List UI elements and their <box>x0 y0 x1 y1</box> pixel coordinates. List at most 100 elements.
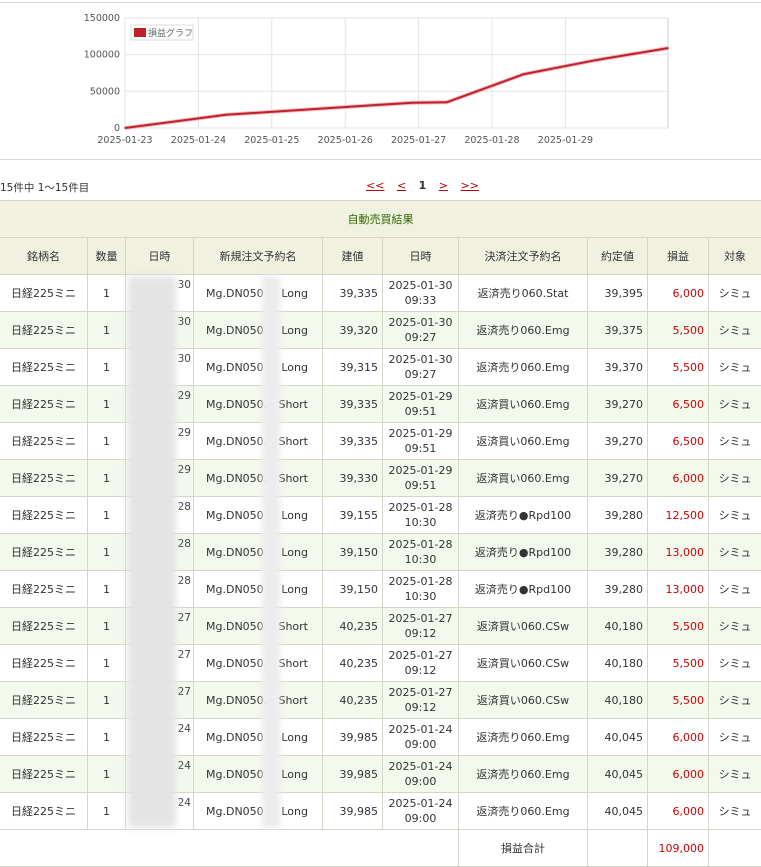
total-spacer-3 <box>709 830 761 867</box>
close-time: 09:51 <box>383 441 458 456</box>
table-row: 日経225ミニ127Mg.DN050.Short40,2352025-01-27… <box>0 682 761 719</box>
open-price-cell: 39,985 <box>323 756 383 793</box>
close-order-name-cell: 返済売り060.Stat <box>459 275 588 312</box>
table-row: 日経225ミニ129Mg.DN050.Short39,3352025-01-29… <box>0 386 761 423</box>
pnl-chart-svg: 0500001000001500002025-01-232025-01-2420… <box>0 4 761 156</box>
close-datetime-cell: 2025-01-3009:33 <box>383 275 459 312</box>
open-price-cell: 39,150 <box>323 571 383 608</box>
quantity-cell: 1 <box>88 349 126 386</box>
open-price-cell: 39,150 <box>323 534 383 571</box>
open-price-cell: 39,320 <box>323 312 383 349</box>
symbol-cell: 日経225ミニ <box>0 645 88 682</box>
open-order-prefix: Mg.DN050 <box>194 324 264 337</box>
open-order-side: Long <box>281 583 322 596</box>
open-price-cell: 40,235 <box>323 645 383 682</box>
open-price-cell: 40,235 <box>323 682 383 719</box>
pnl-cell: 6,000 <box>648 793 709 830</box>
open-order-name-cell: Mg.DN050Long <box>194 756 323 793</box>
close-price-cell: 40,180 <box>588 682 648 719</box>
x-tick-label: 2025-01-27 <box>391 135 446 146</box>
quantity-cell: 1 <box>88 645 126 682</box>
close-datetime-cell: 2025-01-2709:12 <box>383 608 459 645</box>
close-price-cell: 39,270 <box>588 460 648 497</box>
close-order-name-cell: 返済売り060.Emg <box>459 793 588 830</box>
open-datetime-tail: 24 <box>178 797 191 809</box>
open-order-prefix: Mg.DN050. <box>194 472 267 485</box>
pnl-cell: 6,500 <box>648 386 709 423</box>
open-order-prefix: Mg.DN050. <box>194 694 267 707</box>
close-date: 2025-01-29 <box>383 389 458 404</box>
symbol-cell: 日経225ミニ <box>0 571 88 608</box>
close-date: 2025-01-28 <box>383 537 458 552</box>
open-order-name-cell: Mg.DN050Long <box>194 719 323 756</box>
open-order-name-cell: Mg.DN050Long <box>194 534 323 571</box>
pager-next-link[interactable]: > <box>439 179 448 192</box>
open-order-name-cell: Mg.DN050Long <box>194 571 323 608</box>
target-cell: シミュ <box>709 534 761 571</box>
table-row: 日経225ミニ129Mg.DN050.Short39,3352025-01-29… <box>0 423 761 460</box>
legend-label: 損益グラフ <box>148 27 193 39</box>
pnl-cell: 12,500 <box>648 497 709 534</box>
pager-last-link[interactable]: >> <box>461 179 479 192</box>
pager-row: 15件中 1〜15件目 << < 1 > >> <box>0 172 761 200</box>
close-order-name-cell: 返済売り●Rpd100 <box>459 571 588 608</box>
quantity-cell: 1 <box>88 719 126 756</box>
pager-current-page: 1 <box>419 179 427 192</box>
series-point <box>124 127 126 129</box>
open-order-side: Short <box>278 398 322 411</box>
top-divider <box>0 2 761 3</box>
target-cell: シミュ <box>709 756 761 793</box>
close-datetime-cell: 2025-01-2810:30 <box>383 534 459 571</box>
table-caption: 自動売買結果 <box>0 201 761 238</box>
close-date: 2025-01-30 <box>383 352 458 367</box>
quantity-cell: 1 <box>88 571 126 608</box>
open-order-side: Short <box>278 694 322 707</box>
close-order-name-cell: 返済売り●Rpd100 <box>459 497 588 534</box>
target-cell: シミュ <box>709 719 761 756</box>
open-datetime-tail: 29 <box>178 464 191 476</box>
pnl-cell: 6,000 <box>648 756 709 793</box>
close-date: 2025-01-30 <box>383 278 458 293</box>
pager: << < 1 > >> <box>366 179 488 192</box>
target-cell: シミュ <box>709 645 761 682</box>
open-datetime-tail: 30 <box>178 316 191 328</box>
open-datetime-tail: 28 <box>178 538 191 550</box>
open-datetime-tail: 28 <box>178 575 191 587</box>
close-order-name-cell: 返済売り060.Emg <box>459 312 588 349</box>
results-table: 自動売買結果 銘柄名数量日時新規注文予約名建値日時決済注文予約名約定値損益対象 … <box>0 200 761 867</box>
chart-divider <box>0 159 761 160</box>
pnl-cell: 5,500 <box>648 682 709 719</box>
symbol-cell: 日経225ミニ <box>0 534 88 571</box>
target-cell: シミュ <box>709 682 761 719</box>
open-datetime-tail: 28 <box>178 501 191 513</box>
open-datetime-tail: 24 <box>178 723 191 735</box>
pnl-cell: 13,000 <box>648 534 709 571</box>
x-tick-label: 2025-01-28 <box>464 135 519 146</box>
column-header: 建値 <box>323 238 383 275</box>
open-order-prefix: Mg.DN050 <box>194 805 264 818</box>
close-price-cell: 39,270 <box>588 423 648 460</box>
open-order-side: Short <box>278 620 322 633</box>
close-price-cell: 39,270 <box>588 386 648 423</box>
pager-first-link[interactable]: << <box>366 179 384 192</box>
close-time: 09:00 <box>383 811 458 826</box>
close-price-cell: 40,045 <box>588 793 648 830</box>
close-order-name-cell: 返済売り060.Emg <box>459 756 588 793</box>
close-date: 2025-01-27 <box>383 685 458 700</box>
open-price-cell: 39,330 <box>323 460 383 497</box>
open-order-name-cell: Mg.DN050Long <box>194 497 323 534</box>
target-cell: シミュ <box>709 571 761 608</box>
target-cell: シミュ <box>709 275 761 312</box>
close-time: 09:00 <box>383 774 458 789</box>
close-datetime-cell: 2025-01-2409:00 <box>383 793 459 830</box>
symbol-cell: 日経225ミニ <box>0 312 88 349</box>
y-tick-label: 150000 <box>84 13 120 24</box>
open-order-name-cell: Mg.DN050.Short <box>194 423 323 460</box>
quantity-cell: 1 <box>88 756 126 793</box>
total-spacer-2 <box>588 830 648 867</box>
close-price-cell: 39,280 <box>588 571 648 608</box>
pager-prev-link[interactable]: < <box>397 179 406 192</box>
column-header: 日時 <box>383 238 459 275</box>
close-order-name-cell: 返済買い060.CSw <box>459 645 588 682</box>
table-row: 日経225ミニ127Mg.DN050.Short40,2352025-01-27… <box>0 608 761 645</box>
